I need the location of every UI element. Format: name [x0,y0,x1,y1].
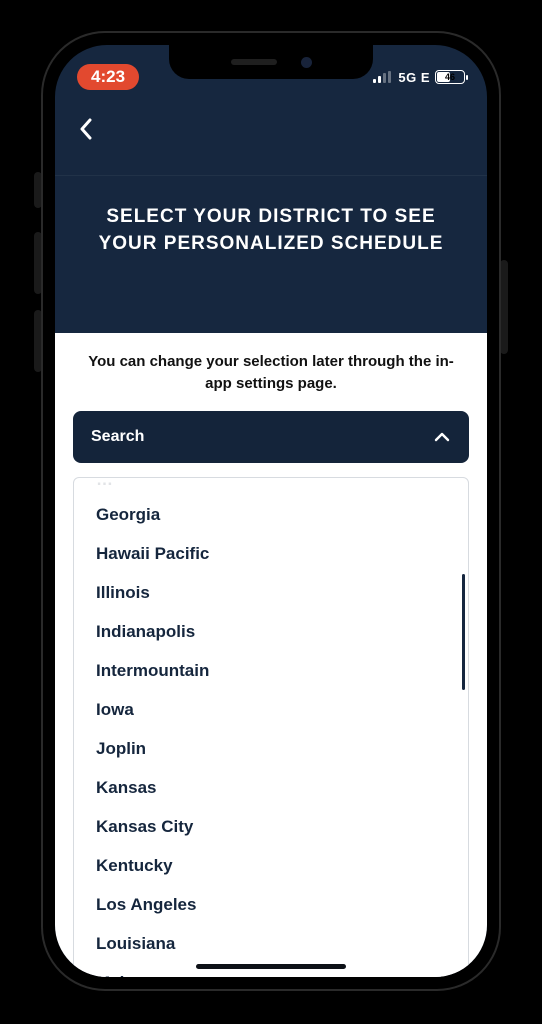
list-item[interactable]: Indianapolis [96,613,446,652]
device-notch [169,45,373,79]
list-item[interactable]: Kentucky [96,847,446,886]
device-frame: 4:23 5G E 46 [41,31,501,991]
chevron-up-icon [433,428,451,446]
device-power-button [500,260,508,354]
search-label: Search [91,428,144,446]
network-type-label: 5G E [398,70,430,85]
partial-previous-item: … [96,477,113,490]
content-sheet: You can change your selection later thro… [55,333,487,977]
front-camera [301,57,312,68]
list-item[interactable]: Georgia [96,496,446,535]
district-search-dropdown-toggle[interactable]: Search [73,411,469,463]
page-title: SELECT YOUR DISTRICT TO SEE YOUR PERSONA… [81,204,461,257]
page-heading: SELECT YOUR DISTRICT TO SEE YOUR PERSONA… [55,175,487,303]
scrollbar-thumb[interactable] [462,574,465,690]
status-time: 4:23 [91,67,125,87]
list-item[interactable]: Louisiana [96,925,446,964]
list-item[interactable]: Illinois [96,574,446,613]
district-dropdown-panel: … Georgia Hawaii Pacific Illinois Indian… [73,477,469,978]
list-item[interactable]: Los Angeles [96,886,446,925]
battery-percent: 46 [445,72,455,82]
district-list[interactable]: Georgia Hawaii Pacific Illinois Indianap… [74,496,468,978]
list-item[interactable]: Kansas [96,769,446,808]
list-item[interactable]: Joplin [96,730,446,769]
back-button[interactable] [69,112,103,146]
screen: 4:23 5G E 46 [55,45,487,977]
cellular-signal-icon [373,71,391,83]
status-time-recording-pill[interactable]: 4:23 [77,64,139,90]
list-item[interactable]: Intermountain [96,652,446,691]
hint-text: You can change your selection later thro… [73,347,469,411]
battery-icon: 46 [435,70,465,84]
home-indicator[interactable] [196,964,346,969]
status-right-cluster: 5G E 46 [373,70,465,85]
scrollbar-track[interactable] [460,488,465,978]
chevron-left-icon [78,118,94,140]
earpiece [231,59,277,65]
list-item[interactable]: Hawaii Pacific [96,535,446,574]
list-item[interactable]: Iowa [96,691,446,730]
nav-bar [55,97,487,161]
list-item[interactable]: Kansas City [96,808,446,847]
